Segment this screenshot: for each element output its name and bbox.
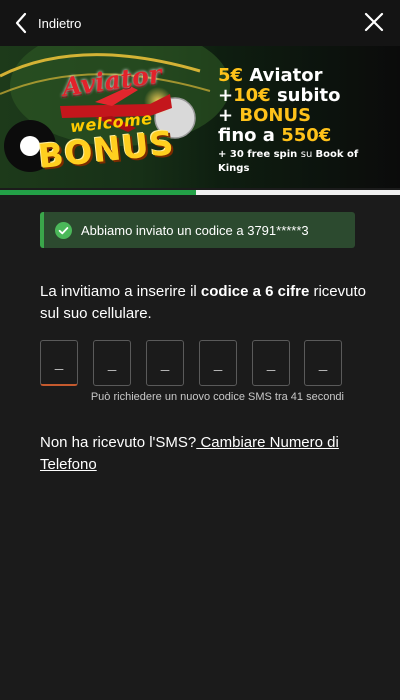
promo-amount-5: 5€ xyxy=(218,65,244,86)
promo-line-4: fino a 550€ xyxy=(218,126,388,146)
code-digit-6[interactable] xyxy=(304,340,342,386)
sms-not-received-text: Non ha ricevuto l'SMS? xyxy=(40,434,197,451)
promo-text: 5€ Aviator +10€ subito + BONUS fino a 55… xyxy=(218,66,388,176)
code-digit-4[interactable] xyxy=(199,340,237,386)
promo-banner[interactable]: Aviator welcome BONUS 5€ Aviator +10€ su… xyxy=(0,46,400,188)
close-icon[interactable] xyxy=(362,10,386,34)
promo-amount-550: 550€ xyxy=(281,125,332,146)
promo-su: su xyxy=(300,149,316,160)
back-button[interactable]: Indietro xyxy=(14,9,81,37)
progress-bar xyxy=(0,190,400,195)
back-label: Indietro xyxy=(38,15,82,31)
promo-line-1: 5€ Aviator xyxy=(218,66,388,86)
promo-line-3: + BONUS xyxy=(218,106,388,126)
chevron-left-icon xyxy=(15,12,27,34)
top-bar: Indietro xyxy=(0,0,400,46)
promo-free-spin: + 30 free spin xyxy=(218,149,301,160)
promo-plus: + xyxy=(218,105,234,126)
check-circle-icon xyxy=(55,221,72,239)
code-digit-1[interactable] xyxy=(40,340,78,386)
promo-amount-10: 10€ xyxy=(233,85,271,106)
promo-fino-a: fino a xyxy=(218,125,282,146)
instruction-start: La invitiamo a inserire il xyxy=(40,283,201,300)
progress-fill xyxy=(0,190,196,195)
change-number-prompt: Non ha ricevuto l'SMS? Cambiare Numero d… xyxy=(40,432,370,476)
promo-free-spins: + 30 free spin su Book of Kings xyxy=(218,148,388,176)
instruction-text: La invitiamo a inserire il codice a 6 ci… xyxy=(40,281,370,325)
code-input-row xyxy=(40,340,344,388)
instruction-bold: codice a 6 cifre xyxy=(200,283,310,300)
promo-subito: subito xyxy=(270,85,341,106)
promo-aviator: Aviator xyxy=(243,65,323,86)
code-digit-5[interactable] xyxy=(252,340,290,386)
sms-sent-notice: Abbiamo inviato un codice a 3791*****3 xyxy=(40,212,355,248)
promo-bonus: BONUS xyxy=(233,105,312,126)
resend-countdown: Può richiedere un nuovo codice SMS tra 4… xyxy=(90,391,344,403)
code-digit-3[interactable] xyxy=(146,340,184,386)
promo-line-2: +10€ subito xyxy=(218,86,388,106)
code-digit-2[interactable] xyxy=(93,340,131,386)
promo-plus: + xyxy=(218,85,234,106)
notice-text: Abbiamo inviato un codice a 3791*****3 xyxy=(81,222,309,238)
